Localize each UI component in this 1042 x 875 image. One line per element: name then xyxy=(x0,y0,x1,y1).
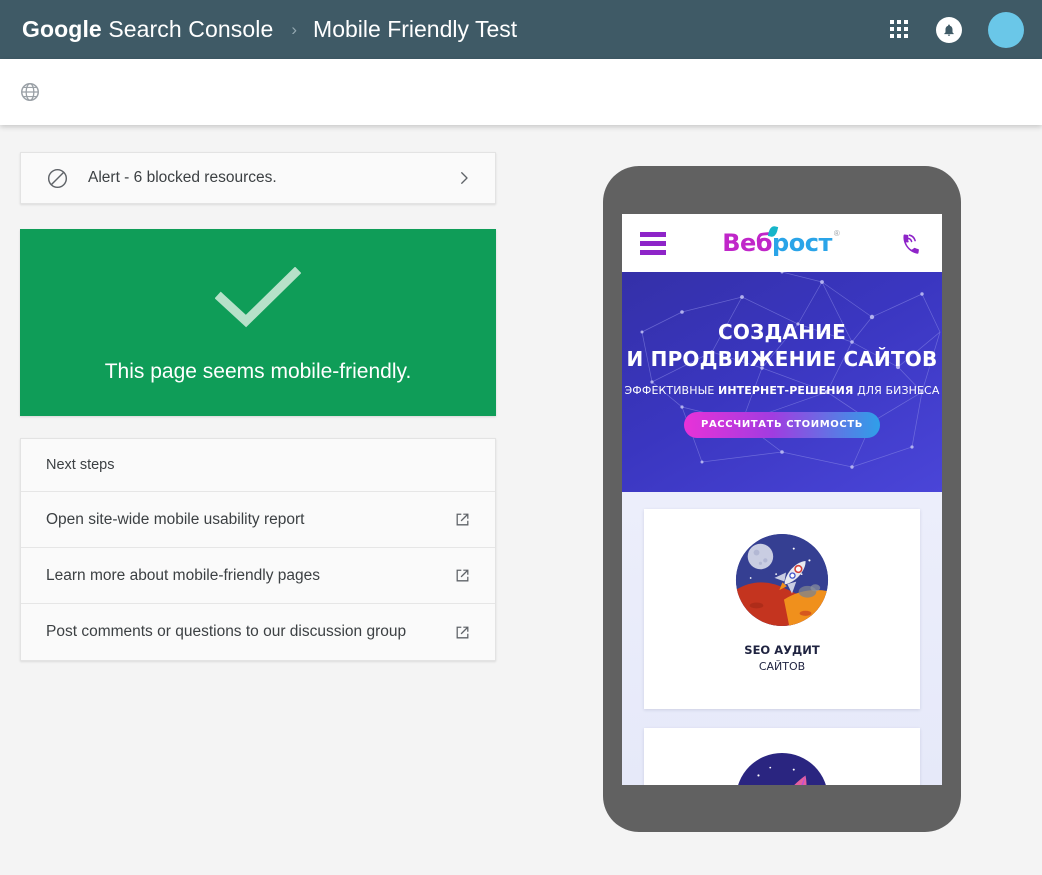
logo-text-part2: рост xyxy=(772,229,832,257)
phone-call-icon[interactable] xyxy=(896,229,924,257)
logo-registered-mark: ® xyxy=(833,229,840,238)
rocket-moon-planet-icon xyxy=(735,533,829,627)
hero-subtitle-bold: ИНТЕРНЕТ-РЕШЕНИЯ xyxy=(718,384,854,397)
app-header-bar: Google Search Console › Mobile Friendly … xyxy=(0,0,1042,59)
check-mark-icon xyxy=(214,266,302,334)
mobile-friendly-result-card: This page seems mobile-friendly. xyxy=(20,229,496,416)
phone-screen-preview: Веб рост ® СОЗДАНИЕ И ПРОДВИЖЕНИЕ САЙТОВ… xyxy=(622,214,942,785)
preview-site-header: Веб рост ® xyxy=(622,214,942,272)
site-logo[interactable]: Веб рост ® xyxy=(722,225,840,257)
service-card-title-line1: SEO АУДИТ xyxy=(744,643,820,657)
hero-subtitle-part2: ДЛЯ БИЗНЕСА xyxy=(853,384,940,397)
preview-services-section: SEO АУДИТ САЙТОВ xyxy=(622,492,942,785)
preview-hero-banner: СОЗДАНИЕ И ПРОДВИЖЕНИЕ САЙТОВ ЭФФЕКТИВНЫ… xyxy=(622,272,942,492)
next-steps-header: Next steps xyxy=(21,439,495,492)
hamburger-menu-icon[interactable] xyxy=(640,231,666,255)
hero-text-block: СОЗДАНИЕ И ПРОДВИЖЕНИЕ САЙТОВ ЭФФЕКТИВНЫ… xyxy=(622,272,942,438)
next-step-label: Post comments or questions to our discus… xyxy=(46,623,407,640)
hero-subtitle-part1: ЭФФЕКТИВНЫЕ xyxy=(624,384,719,397)
next-step-label: Learn more about mobile-friendly pages xyxy=(46,566,320,584)
service-card-title: SEO АУДИТ САЙТОВ xyxy=(744,643,819,674)
globe-icon[interactable] xyxy=(19,81,41,103)
service-card-seo-audit[interactable]: SEO АУДИТ САЙТОВ xyxy=(644,509,920,709)
hero-title-line1: СОЗДАНИЕ xyxy=(718,320,846,344)
blocked-resources-alert-row[interactable]: Alert - 6 blocked resources. xyxy=(20,152,496,204)
blocked-resource-icon xyxy=(46,167,69,190)
logo-text-part1: Веб xyxy=(722,229,773,257)
hero-cta-button[interactable]: РАССЧИТАТЬ СТОИМОСТЬ xyxy=(684,412,880,438)
rocket-night-sky-icon xyxy=(738,752,826,785)
external-link-icon[interactable] xyxy=(453,566,472,585)
result-message: This page seems mobile-friendly. xyxy=(104,360,412,383)
next-step-label: Open site-wide mobile usability report xyxy=(46,510,305,528)
next-step-row-learn-more[interactable]: Learn more about mobile-friendly pages xyxy=(21,548,495,604)
external-link-icon[interactable] xyxy=(453,510,472,529)
next-step-row-discussion-group[interactable]: Post comments or questions to our discus… xyxy=(21,604,495,660)
page-title: Mobile Friendly Test xyxy=(313,16,518,42)
hero-title-line2: И ПРОДВИЖЕНИЕ САЙТОВ xyxy=(626,347,938,371)
breadcrumb-google-search-console[interactable]: Google Search Console xyxy=(22,16,273,43)
user-avatar[interactable] xyxy=(988,11,1024,48)
service-card-second[interactable] xyxy=(644,728,920,785)
brand-google: Google xyxy=(22,16,102,42)
apps-grid-icon[interactable] xyxy=(890,19,910,40)
service-card-title-line2: САЙТОВ xyxy=(758,659,806,673)
app-header-actions xyxy=(890,11,1024,48)
external-link-icon[interactable] xyxy=(453,623,472,642)
results-column: Alert - 6 blocked resources. This page s… xyxy=(20,152,496,661)
brand-search-console: Search Console xyxy=(101,16,274,42)
chevron-right-icon[interactable] xyxy=(455,169,473,187)
url-subheader-bar xyxy=(0,59,1042,125)
notifications-bell-icon[interactable] xyxy=(936,16,962,43)
alert-label: Alert - 6 blocked resources. xyxy=(88,169,277,186)
next-steps-card: Next steps Open site-wide mobile usabili… xyxy=(20,438,496,661)
phone-mockup-frame: Веб рост ® СОЗДАНИЕ И ПРОДВИЖЕНИЕ САЙТОВ… xyxy=(603,166,961,832)
page-content: Alert - 6 blocked resources. This page s… xyxy=(0,125,1042,875)
breadcrumb-separator-icon: › xyxy=(291,20,298,39)
next-step-row-usability-report[interactable]: Open site-wide mobile usability report xyxy=(21,492,495,548)
hero-subtitle: ЭФФЕКТИВНЫЕ ИНТЕРНЕТ-РЕШЕНИЯ ДЛЯ БИЗНЕСА xyxy=(625,384,940,397)
